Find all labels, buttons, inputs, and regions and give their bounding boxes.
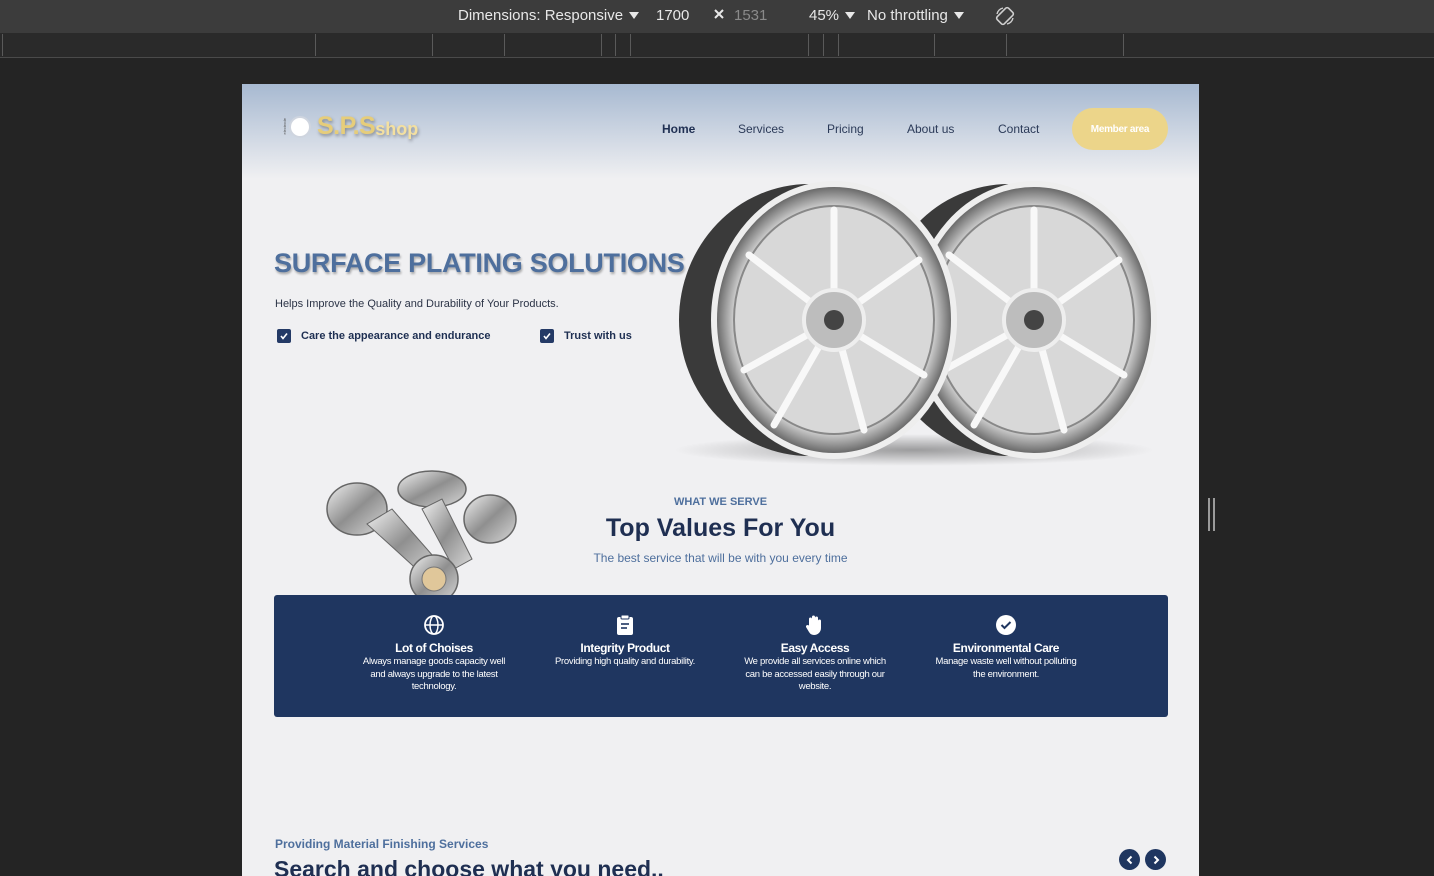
- clipboard-icon: [617, 614, 633, 635]
- hand-icon: [805, 615, 821, 635]
- height-input[interactable]: 1531: [734, 7, 767, 24]
- materials-title: Search and choose what you need..: [274, 856, 664, 876]
- feature-title: Integrity Product: [580, 641, 670, 655]
- member-area-button[interactable]: Member area: [1072, 108, 1168, 150]
- dimensions-dropdown[interactable]: Dimensions: Responsive: [458, 7, 640, 24]
- check-item: Trust with us: [540, 329, 632, 343]
- logo-circle-icon: [289, 115, 311, 138]
- check-circle-icon: [996, 615, 1016, 635]
- chevron-left-icon: [1126, 855, 1132, 864]
- feature-title: Easy Access: [780, 641, 850, 655]
- rotate-icon[interactable]: [994, 5, 1016, 27]
- chevron-right-icon: [1153, 855, 1159, 864]
- nav-services[interactable]: Services: [738, 122, 784, 136]
- feature-card: Environmental Care Manage waste well wit…: [931, 613, 1081, 681]
- globe-icon: [424, 615, 444, 635]
- check-label: Trust with us: [564, 330, 632, 342]
- section-eyebrow: WHAT WE SERVE: [673, 496, 768, 508]
- media-query-ruler: [0, 33, 1434, 58]
- nav-pricing[interactable]: Pricing: [827, 122, 864, 136]
- check-item: Care the appearance and endurance: [277, 329, 491, 343]
- feature-desc: Always manage goods capacity well and al…: [362, 656, 506, 692]
- nav-contact[interactable]: Contact: [998, 122, 1039, 136]
- zoom-label: 45%: [809, 7, 840, 24]
- feature-title: Environmental Care: [952, 641, 1060, 655]
- zoom-dropdown[interactable]: 45%: [809, 7, 856, 24]
- dimensions-label: Dimensions: Responsive: [458, 7, 624, 24]
- section-subtitle: The best service that will be with you e…: [593, 551, 848, 565]
- check-label: Care the appearance and endurance: [301, 330, 491, 342]
- section-title: Top Values For You: [605, 514, 836, 542]
- checkbox-checked-icon: [277, 329, 291, 343]
- page-viewport: electrode S.P.S shop Home Services Prici…: [242, 84, 1199, 876]
- throttling-dropdown[interactable]: No throttling: [867, 7, 964, 24]
- feature-desc: Providing high quality and durability.: [555, 656, 695, 667]
- features-panel: Lot of Choises Always manage goods capac…: [274, 595, 1168, 717]
- width-input[interactable]: 1700: [656, 7, 689, 24]
- caret-down-icon: [953, 12, 964, 19]
- hero-subtitle: Helps Improve the Quality and Durability…: [275, 298, 559, 310]
- throttling-label: No throttling: [867, 7, 948, 24]
- site-logo[interactable]: electrode S.P.S shop: [282, 112, 418, 141]
- materials-eyebrow: Providing Material Finishing Services: [275, 837, 489, 851]
- feature-title: Lot of Choises: [395, 641, 473, 655]
- hero-title: SURFACE PLATING SOLUTIONS: [274, 248, 685, 278]
- nav-about-us[interactable]: About us: [907, 122, 954, 136]
- nav-home[interactable]: Home: [662, 122, 695, 136]
- viewport-resize-handle[interactable]: [1208, 498, 1215, 531]
- checkbox-checked-icon: [540, 329, 554, 343]
- carousel-prev-button[interactable]: [1119, 849, 1140, 870]
- logo-sub-text: shop: [375, 119, 419, 139]
- feature-card: Integrity Product Providing high quality…: [550, 613, 700, 669]
- caret-down-icon: [629, 12, 640, 19]
- feature-desc: We provide all services online which can…: [744, 656, 886, 692]
- chrome-wheels-image: [674, 181, 1157, 466]
- carousel-next-button[interactable]: [1145, 849, 1166, 870]
- feature-card: Lot of Choises Always manage goods capac…: [359, 613, 509, 694]
- caret-down-icon: [845, 12, 856, 19]
- feature-card: Easy Access We provide all services onli…: [740, 613, 890, 694]
- devtools-toolbar: Dimensions: Responsive 1700 1531 45% No …: [0, 0, 1434, 33]
- logo-main-text: S.P.S: [317, 112, 376, 140]
- feature-desc: Manage waste well without polluting the …: [935, 656, 1077, 680]
- close-icon: [714, 9, 724, 19]
- logo-tagline: electrode: [282, 118, 287, 135]
